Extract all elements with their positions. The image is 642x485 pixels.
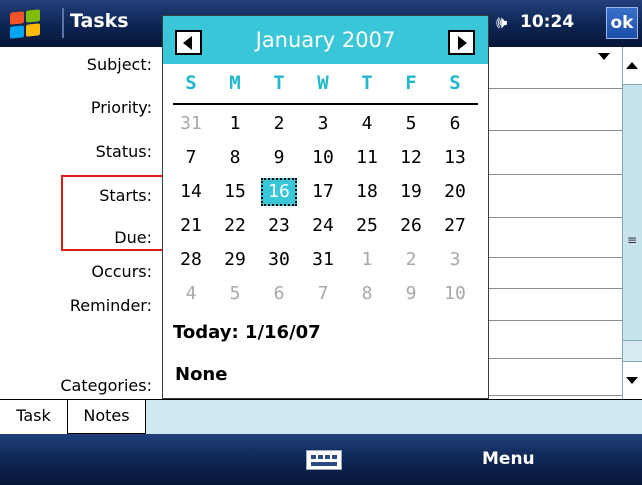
speaker-icon[interactable]: 🕪 [496, 12, 507, 33]
grip-icon: ≡ [627, 233, 638, 247]
month-title[interactable]: January 2007 [213, 28, 438, 52]
weekday-label: F [405, 72, 417, 94]
weekday-label: T [273, 72, 285, 94]
weekday-label: T [361, 72, 373, 94]
previous-month-button[interactable] [175, 30, 202, 55]
clock[interactable]: 10:24 [520, 12, 574, 32]
starts-due-highlight [61, 175, 176, 251]
tab-bar: Task Notes [0, 399, 642, 434]
due-field[interactable] [488, 257, 622, 258]
calendar-day[interactable]: 8 [349, 280, 385, 308]
tab-task[interactable]: Task [0, 400, 68, 434]
none-button[interactable]: None [175, 364, 227, 385]
start-button[interactable] [6, 6, 62, 42]
calendar-day[interactable]: 6 [437, 110, 473, 138]
calendar-day[interactable]: 15 [217, 178, 253, 206]
calendar-day[interactable]: 3 [305, 110, 341, 138]
app-title: Tasks [70, 10, 129, 32]
status-field[interactable] [488, 174, 622, 175]
calendar-day[interactable]: 9 [261, 144, 297, 172]
calendar-day[interactable]: 31 [305, 246, 341, 274]
status-label: Status: [95, 142, 152, 161]
calendar-day[interactable]: 4 [173, 280, 209, 308]
priority-field[interactable] [488, 130, 622, 131]
calendar-day[interactable]: 6 [261, 280, 297, 308]
next-month-button[interactable] [448, 30, 475, 55]
calendar-day[interactable]: 25 [349, 212, 385, 240]
title-divider [62, 8, 64, 38]
reminder-label: Reminder: [69, 296, 152, 315]
calendar-day[interactable]: 24 [305, 212, 341, 240]
categories-label: Categories: [60, 376, 152, 395]
weekday-label: M [229, 72, 241, 94]
calendar-day[interactable]: 23 [261, 212, 297, 240]
calendar-day[interactable]: 9 [393, 280, 429, 308]
weekday-header-row: S M T W T F S [167, 72, 482, 100]
subject-label: Subject: [86, 55, 152, 74]
calendar-day[interactable]: 12 [393, 144, 429, 172]
calendar-day[interactable]: 17 [305, 178, 341, 206]
calendar-day[interactable]: 8 [217, 144, 253, 172]
softkey-bar: Menu [0, 434, 642, 485]
calendar-day[interactable]: 31 [173, 110, 209, 138]
calendar-header: January 2007 [163, 16, 488, 64]
windows-flag-icon [10, 9, 44, 40]
chevron-down-icon[interactable] [598, 53, 610, 60]
priority-label: Priority: [90, 98, 152, 117]
calendar-day[interactable]: 28 [173, 246, 209, 274]
categories-field[interactable] [488, 395, 622, 396]
scroll-thumb[interactable]: ≡ [623, 85, 642, 341]
calendar-day[interactable]: 1 [349, 246, 385, 274]
calendar-day[interactable]: 21 [173, 212, 209, 240]
calendar-day[interactable]: 13 [437, 144, 473, 172]
calendar-day[interactable]: 20 [437, 178, 473, 206]
calendar-day[interactable]: 18 [349, 178, 385, 206]
calendar-day[interactable]: 11 [349, 144, 385, 172]
calendar-day[interactable]: 27 [437, 212, 473, 240]
calendar-day[interactable]: 29 [217, 246, 253, 274]
reminder-time-field[interactable] [488, 358, 622, 359]
calendar-day[interactable]: 10 [305, 144, 341, 172]
scroll-up-button[interactable] [623, 47, 642, 85]
vertical-scrollbar[interactable]: ≡ [622, 47, 642, 399]
menu-softkey[interactable]: Menu [482, 449, 535, 469]
starts-field[interactable] [488, 217, 622, 218]
calendar-day[interactable]: 26 [393, 212, 429, 240]
today-button[interactable]: Today: 1/16/07 [173, 322, 321, 343]
calendar-day[interactable]: 4 [349, 110, 385, 138]
date-picker-popup: January 2007 S M T W T F S 31 1 2 3 4 5 … [162, 15, 489, 399]
ok-button[interactable]: ok [606, 7, 638, 39]
calendar-day[interactable]: 1 [217, 110, 253, 138]
calendar-day-selected[interactable]: 16 [261, 178, 297, 206]
scroll-down-button[interactable] [623, 361, 642, 399]
calendar-day[interactable]: 19 [393, 178, 429, 206]
occurs-label: Occurs: [91, 262, 152, 281]
calendar-day[interactable]: 2 [393, 246, 429, 274]
calendar-day[interactable]: 5 [217, 280, 253, 308]
weekday-label: S [449, 72, 461, 94]
calendar-day[interactable]: 10 [437, 280, 473, 308]
calendar-day[interactable]: 30 [261, 246, 297, 274]
weekday-label: W [317, 72, 329, 94]
calendar-day[interactable]: 2 [261, 110, 297, 138]
occurs-field[interactable] [488, 288, 622, 289]
keyboard-icon[interactable] [306, 450, 342, 470]
tab-notes[interactable]: Notes [68, 400, 146, 434]
subject-field[interactable] [488, 88, 622, 89]
calendar-day[interactable]: 3 [437, 246, 473, 274]
calendar-day[interactable]: 7 [173, 144, 209, 172]
calendar-day[interactable]: 7 [305, 280, 341, 308]
calendar-day[interactable]: 22 [217, 212, 253, 240]
weekday-divider [173, 103, 478, 105]
calendar-day[interactable]: 5 [393, 110, 429, 138]
reminder-field[interactable] [488, 320, 622, 321]
calendar-day[interactable]: 14 [173, 178, 209, 206]
weekday-label: S [185, 72, 197, 94]
